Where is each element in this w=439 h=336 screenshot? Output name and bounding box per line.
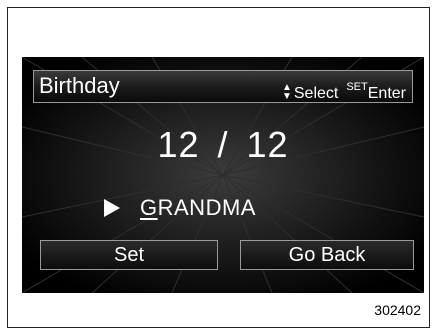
contact-name-initial: G [140,195,158,220]
contact-name-rest: RANDMA [157,195,256,220]
figure-number: 302402 [374,302,421,318]
birthday-date: 12 / 12 [22,124,424,166]
month-value[interactable]: 12 [157,124,199,166]
enter-hint: Enter [367,85,406,102]
day-value[interactable]: 12 [247,124,289,166]
set-key-label: SET [346,81,368,93]
set-button[interactable]: Set [40,240,218,270]
date-separator: / [217,124,229,165]
contact-selector[interactable]: GRANDMA [104,193,344,223]
select-hint: Select [293,85,339,102]
header-bar: Birthday ▲ ▼ Select SETEnter [33,70,413,103]
play-arrow-icon [104,199,120,217]
screen-title: Birthday [39,73,120,98]
up-down-arrows-icon: ▲ ▼ [281,82,292,103]
control-hints: ▲ ▼ Select SETEnter [282,77,406,104]
contact-name: GRANDMA [140,195,256,221]
go-back-button[interactable]: Go Back [240,240,414,270]
display-screen: Birthday ▲ ▼ Select SETEnter 12 / 12 GRANDM… [22,57,424,293]
